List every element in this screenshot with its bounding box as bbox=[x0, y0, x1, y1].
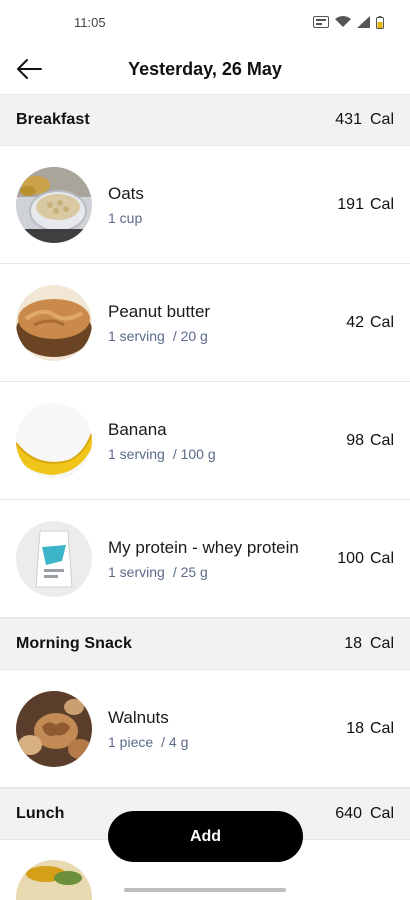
add-button[interactable]: Add bbox=[108, 811, 303, 862]
section-name: Breakfast bbox=[16, 111, 90, 128]
page-title: Yesterday, 26 May bbox=[128, 58, 282, 79]
food-serving: 1 serving/ 25 g bbox=[108, 564, 208, 580]
battery-icon bbox=[376, 15, 384, 29]
back-button[interactable] bbox=[12, 52, 46, 86]
section-header-morning-snack[interactable]: Morning Snack 18 Cal bbox=[0, 618, 410, 670]
section-calories: 640 Cal bbox=[335, 805, 394, 822]
food-info: Walnuts 1 piece/ 4 g bbox=[92, 707, 336, 750]
food-item-peanut-butter[interactable]: Peanut butter 1 serving/ 20 g 42 Cal bbox=[0, 264, 410, 382]
notification-icon bbox=[313, 16, 329, 28]
food-info: My protein - whey protein 1 serving/ 25 … bbox=[92, 537, 327, 580]
food-item-banana[interactable]: Banana 1 serving/ 100 g 98 Cal bbox=[0, 382, 410, 500]
food-serving: 1 piece/ 4 g bbox=[108, 734, 189, 750]
status-time: 11:05 bbox=[74, 14, 106, 30]
food-calories: 98 Cal bbox=[346, 431, 394, 449]
food-calories: 18 Cal bbox=[346, 719, 394, 737]
food-name: My protein - whey protein bbox=[108, 538, 299, 557]
arrow-left-icon bbox=[17, 59, 42, 79]
peanut-butter-image bbox=[16, 284, 92, 361]
food-serving: 1 serving/ 20 g bbox=[108, 328, 208, 344]
oats-image bbox=[16, 166, 92, 243]
food-calories: 42 Cal bbox=[346, 313, 394, 331]
food-image-partial bbox=[16, 860, 92, 900]
food-item-whey-protein[interactable]: My protein - whey protein 1 serving/ 25 … bbox=[0, 500, 410, 618]
food-name: Walnuts bbox=[108, 708, 169, 727]
walnuts-image bbox=[16, 690, 92, 767]
protein-pouch-image bbox=[16, 520, 92, 597]
food-name: Oats bbox=[108, 184, 144, 203]
food-calories: 100 Cal bbox=[337, 549, 394, 567]
food-item-oats[interactable]: Oats 1 cup 191 Cal bbox=[0, 146, 410, 264]
food-name: Banana bbox=[108, 420, 167, 439]
food-info: Peanut butter 1 serving/ 20 g bbox=[92, 301, 336, 344]
signal-icon bbox=[357, 16, 370, 28]
food-item-walnuts[interactable]: Walnuts 1 piece/ 4 g 18 Cal bbox=[0, 670, 410, 788]
food-serving: 1 serving/ 100 g bbox=[108, 446, 216, 462]
app-header: Yesterday, 26 May bbox=[0, 44, 410, 94]
food-info: Banana 1 serving/ 100 g bbox=[92, 419, 336, 462]
status-icons bbox=[313, 15, 384, 29]
food-name: Peanut butter bbox=[108, 302, 211, 321]
wifi-icon bbox=[335, 16, 351, 28]
section-calories: 431 Cal bbox=[335, 111, 394, 128]
food-serving: 1 cup bbox=[108, 210, 143, 226]
section-name: Lunch bbox=[16, 805, 65, 822]
food-calories: 191 Cal bbox=[337, 195, 394, 213]
home-indicator[interactable] bbox=[124, 888, 286, 892]
status-bar: 11:05 bbox=[0, 0, 410, 44]
section-calories: 18 Cal bbox=[344, 635, 394, 652]
food-info: Oats 1 cup bbox=[92, 183, 327, 226]
section-name: Morning Snack bbox=[16, 635, 132, 652]
section-header-breakfast[interactable]: Breakfast 431 Cal bbox=[0, 94, 410, 146]
banana-image bbox=[16, 402, 92, 479]
